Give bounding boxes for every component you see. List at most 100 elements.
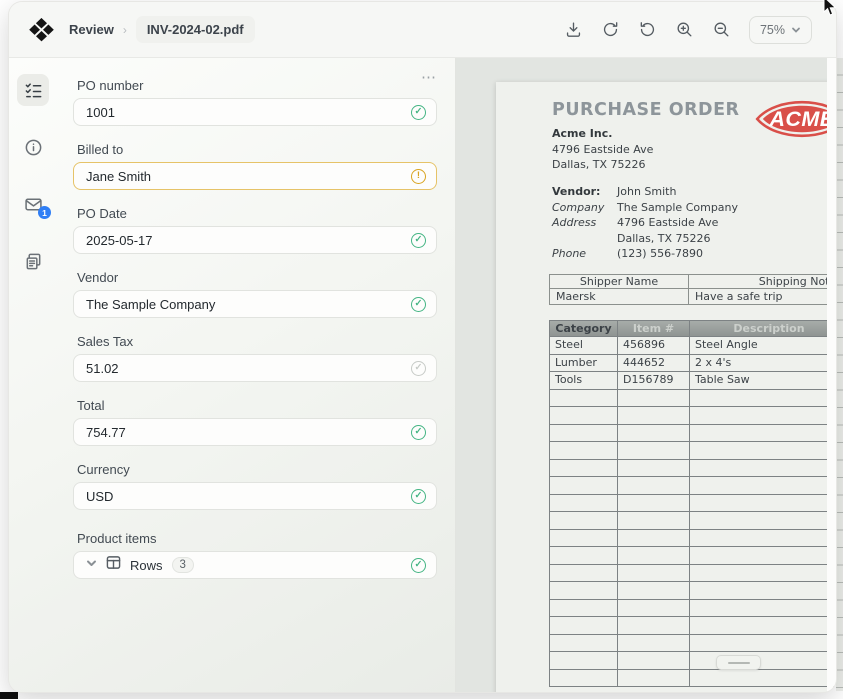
table-row-empty bbox=[549, 564, 836, 582]
app-window: Review › INV-2024-02.pdf 75% 1 ⋯ PO numb… bbox=[9, 2, 836, 692]
sidebar-item-fields[interactable] bbox=[17, 74, 49, 106]
vendor-input[interactable]: The Sample Company bbox=[73, 290, 437, 318]
po-date-input[interactable]: 2025-05-17 bbox=[73, 226, 437, 254]
valid-check-icon bbox=[411, 296, 426, 312]
zoom-out-button[interactable] bbox=[712, 20, 732, 40]
zoom-level-value: 75% bbox=[759, 22, 785, 37]
field-po-date: PO Date 2025-05-17 bbox=[73, 205, 437, 254]
table-row-empty bbox=[549, 389, 836, 407]
items-table: Category Item # Description Steel 456896… bbox=[549, 320, 836, 687]
table-row-empty bbox=[549, 442, 836, 460]
valid-check-icon bbox=[411, 232, 426, 248]
po-number-input[interactable]: 1001 bbox=[73, 98, 437, 126]
rows-count-badge: 3 bbox=[171, 557, 194, 573]
breadcrumb-file-name[interactable]: INV-2024-02.pdf bbox=[135, 16, 255, 43]
download-button[interactable] bbox=[564, 20, 584, 40]
table-row: Tools D156789 Table Saw bbox=[549, 372, 836, 390]
scroll-handle[interactable] bbox=[716, 655, 761, 670]
table-row-empty bbox=[549, 512, 836, 530]
valid-check-icon bbox=[411, 424, 426, 440]
breadcrumb-review-link[interactable]: Review bbox=[69, 22, 114, 37]
info-icon bbox=[25, 139, 41, 155]
table-row-empty bbox=[549, 424, 836, 442]
breadcrumb: Review › INV-2024-02.pdf bbox=[69, 16, 255, 43]
table-row-empty bbox=[549, 669, 836, 687]
sidebar-item-pages[interactable] bbox=[17, 245, 49, 277]
breadcrumb-chevron-icon: › bbox=[122, 22, 127, 37]
acme-logo: ACME bbox=[755, 101, 836, 137]
total-input[interactable]: 754.77 bbox=[73, 418, 437, 446]
background-document-peek bbox=[836, 58, 843, 691]
rotate-counterclockwise-button[interactable] bbox=[638, 20, 658, 40]
product-items-row[interactable]: Rows 3 bbox=[73, 551, 437, 579]
field-total: Total 754.77 bbox=[73, 397, 437, 446]
field-label: Sales Tax bbox=[77, 334, 134, 349]
rows-label: Rows bbox=[130, 557, 163, 573]
table-row-empty bbox=[549, 529, 836, 547]
pages-icon bbox=[26, 253, 40, 269]
items-table-empty-rows bbox=[549, 389, 836, 687]
billed-to-input[interactable]: Jane Smith bbox=[73, 162, 437, 190]
table-row-empty bbox=[549, 582, 836, 600]
muted-check-icon bbox=[411, 360, 426, 376]
zoom-in-button[interactable] bbox=[675, 20, 695, 40]
field-label: Vendor bbox=[77, 270, 119, 285]
table-row-empty bbox=[549, 617, 836, 635]
field-label: Total bbox=[77, 398, 105, 413]
rotate-clockwise-button[interactable] bbox=[601, 20, 621, 40]
vendor-block: Vendor: John Smith Company The Sample Comp… bbox=[552, 185, 739, 260]
field-currency: Currency USD bbox=[73, 461, 437, 510]
table-row-empty bbox=[549, 634, 836, 652]
table-row-empty bbox=[549, 599, 836, 617]
shipper-table: Shipper Name Shipping Notes Maersk Have … bbox=[549, 274, 836, 305]
screen: Review › INV-2024-02.pdf 75% 1 ⋯ PO numb… bbox=[0, 0, 843, 699]
field-vendor: Vendor The Sample Company bbox=[73, 269, 437, 318]
warning-icon bbox=[411, 168, 426, 184]
document-title: PURCHASE ORDER bbox=[552, 100, 740, 120]
zoom-level-dropdown[interactable]: 75% bbox=[748, 15, 812, 44]
mouse-cursor bbox=[823, 0, 837, 16]
icon-rail: 1 bbox=[9, 58, 57, 692]
table-row-empty bbox=[549, 407, 836, 425]
field-sales-tax: Sales Tax 51.02 bbox=[73, 333, 437, 382]
valid-check-icon bbox=[411, 104, 426, 120]
sidebar-item-mail[interactable]: 1 bbox=[17, 188, 51, 220]
pdf-page: PURCHASE ORDER ACME Acme Inc. 4796 Easts… bbox=[496, 82, 836, 692]
valid-check-icon bbox=[411, 488, 426, 504]
top-bar: Review › INV-2024-02.pdf 75% bbox=[9, 2, 836, 58]
field-label: Product items bbox=[77, 531, 157, 546]
desktop-corner bbox=[0, 692, 18, 699]
mail-badge: 1 bbox=[38, 206, 51, 219]
field-billed-to: Billed to Jane Smith bbox=[73, 141, 437, 190]
field-label: Currency bbox=[77, 462, 130, 477]
table-row-empty bbox=[549, 494, 836, 512]
table-row: Steel 456896 Steel Angle bbox=[549, 337, 836, 355]
field-label: PO number bbox=[77, 78, 144, 93]
table-row-empty bbox=[549, 459, 836, 477]
pdf-viewer[interactable]: PURCHASE ORDER ACME Acme Inc. 4796 Easts… bbox=[456, 58, 836, 692]
viewer-toolbar: 75% bbox=[564, 15, 812, 44]
table-row: Lumber 444652 2 x 4's bbox=[549, 354, 836, 372]
field-po-number: PO number 1001 bbox=[73, 77, 437, 126]
svg-text:ACME: ACME bbox=[768, 106, 834, 131]
list-checks-icon bbox=[25, 82, 41, 97]
currency-input[interactable]: USD bbox=[73, 482, 437, 510]
sidebar-item-info[interactable] bbox=[17, 131, 49, 163]
sales-tax-input[interactable]: 51.02 bbox=[73, 354, 437, 382]
table-row-empty bbox=[549, 547, 836, 565]
app-logo-icon bbox=[29, 18, 54, 42]
table-row-empty bbox=[549, 477, 836, 495]
extraction-form: ⋯ PO number 1001 Billed to Jane Smith bbox=[57, 58, 455, 692]
field-label: Billed to bbox=[77, 142, 124, 157]
field-menu-button[interactable]: ⋯ bbox=[421, 70, 437, 85]
field-product-items: Product items Rows 3 bbox=[73, 530, 437, 579]
table-row-empty bbox=[549, 652, 836, 670]
valid-check-icon bbox=[411, 557, 426, 573]
left-panel: 1 ⋯ PO number 1001 ✓ Billed to Jane Smit… bbox=[9, 58, 456, 692]
chevron-down-icon[interactable] bbox=[86, 556, 97, 574]
company-block: Acme Inc. 4796 Eastside Ave Dallas, TX 7… bbox=[552, 127, 654, 171]
viewer-scrollbar-track[interactable] bbox=[827, 58, 836, 692]
field-label: PO Date bbox=[77, 206, 127, 221]
chevron-down-icon bbox=[792, 27, 800, 33]
table-icon bbox=[106, 555, 121, 575]
